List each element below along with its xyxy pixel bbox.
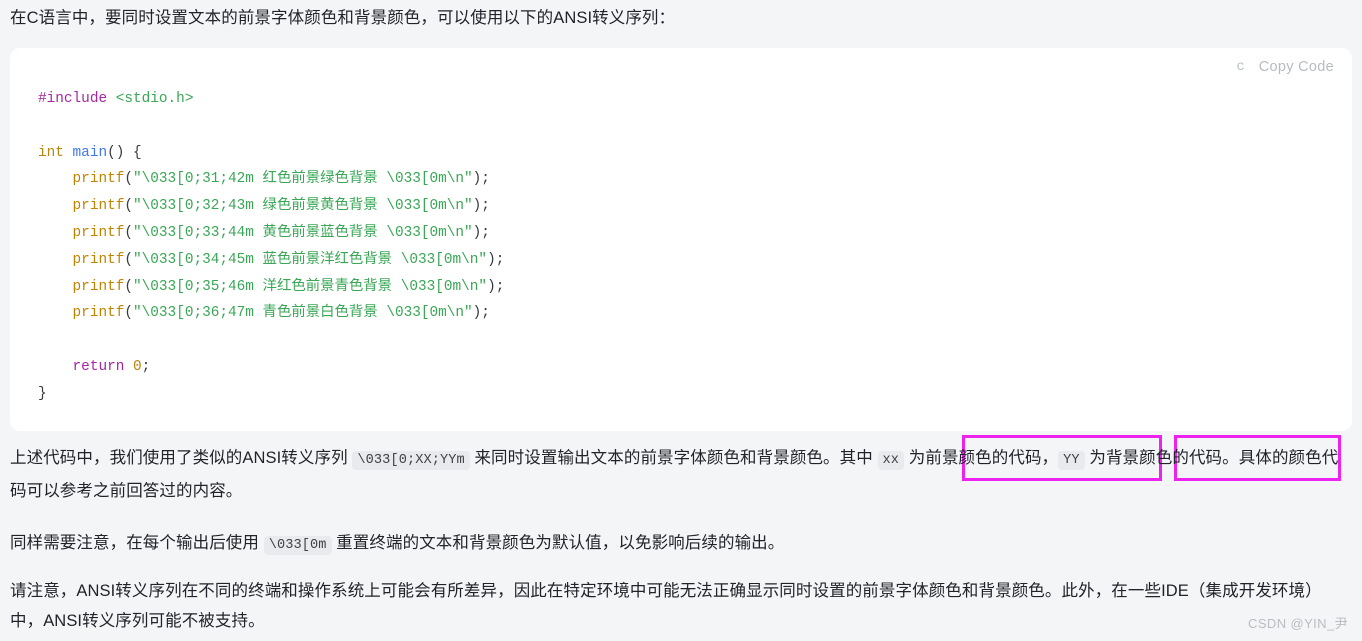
code-line: }: [38, 381, 1324, 408]
code-token: printf: [72, 171, 125, 188]
code-token: );: [487, 278, 505, 295]
code-token: "\033[0;35;46m 洋红色前景青色背景 \033[0m\n": [133, 278, 488, 295]
code-line: printf("\033[0;33;44m 黄色前景蓝色背景 \033[0m\n…: [38, 220, 1324, 247]
inline-code-reset-sequence: \033[0m: [263, 536, 332, 555]
code-line: #include <stdio.h>: [38, 86, 1324, 113]
code-token: <stdio.h>: [115, 91, 194, 107]
code-token: "\033[0;32;43m 绿色前景黄色背景 \033[0m\n": [133, 198, 473, 215]
note-paragraph: 同样需要注意，在每个输出后使用 \033[0m 重置终端的文本和背景颜色为默认值…: [10, 528, 1351, 561]
code-token: (: [124, 251, 134, 268]
caution-paragraph: 请注意，ANSI转义序列在不同的终端和操作系统上可能会有所差异，因此在特定环境中…: [10, 582, 1322, 630]
code-token: (: [124, 278, 134, 295]
code-token: );: [472, 305, 490, 322]
note-segment-2: 重置终端的文本和背景颜色为默认值，以免影响后续的输出。: [331, 534, 785, 552]
code-token: printf: [72, 305, 125, 322]
answer-page: 在C语言中，要同时设置文本的前景字体颜色和背景颜色，可以使用以下的ANSI转义序…: [0, 0, 1362, 641]
code-line: return 0;: [38, 354, 1324, 381]
code-token: return: [72, 358, 133, 375]
code-token: main: [72, 144, 108, 161]
inline-code-yy: YY: [1058, 451, 1085, 470]
intro-paragraph: 在C语言中，要同时设置文本的前景字体颜色和背景颜色，可以使用以下的ANSI转义序…: [10, 9, 676, 27]
code-content[interactable]: #include <stdio.h> int main() { printf("…: [10, 80, 1352, 408]
inline-code-escape-sequence: \033[0;XX;YYm: [352, 451, 470, 470]
code-block-header: c Copy Code: [10, 48, 1352, 80]
code-line: printf("\033[0;32;43m 绿色前景黄色背景 \033[0m\n…: [38, 193, 1324, 220]
code-token: () {: [107, 144, 142, 161]
note-segment-1: 同样需要注意，在每个输出后使用: [10, 534, 264, 552]
code-token: );: [472, 171, 490, 188]
code-token: #include: [38, 91, 116, 107]
inline-code-xx: xx: [877, 451, 905, 470]
code-token: printf: [72, 224, 125, 241]
code-line: printf("\033[0;34;45m 蓝色前景洋红色背景 \033[0m\…: [38, 247, 1324, 274]
code-token: "\033[0;33;44m 黄色前景蓝色背景 \033[0m\n": [133, 224, 473, 241]
code-token: printf: [72, 198, 125, 215]
explanation-paragraph: 上述代码中，我们使用了类似的ANSI转义序列 \033[0;XX;YYm 来同时…: [10, 443, 1351, 506]
code-token: "\033[0;31;42m 红色前景绿色背景 \033[0m\n": [133, 171, 473, 188]
code-line: printf("\033[0;35;46m 洋红色前景青色背景 \033[0m\…: [38, 274, 1324, 301]
code-token: "\033[0;36;47m 青色前景白色背景 \033[0m\n": [133, 305, 473, 322]
code-block: c Copy Code #include <stdio.h> int main(…: [10, 48, 1352, 431]
code-language-label: c: [1236, 59, 1245, 75]
code-token: );: [472, 224, 490, 241]
csdn-watermark: CSDN @YIN_尹: [1248, 616, 1348, 631]
explanation-segment-1: 上述代码中，我们使用了类似的ANSI转义序列: [10, 449, 353, 467]
code-token: printf: [72, 251, 125, 268]
explanation-segment-2: 来同时设置输出文本的前景字体颜色和背景颜色。其中: [469, 449, 878, 467]
code-token: int: [38, 144, 73, 161]
code-token: ;: [141, 358, 151, 375]
copy-code-button[interactable]: Copy Code: [1259, 59, 1334, 75]
code-line: printf("\033[0;31;42m 红色前景绿色背景 \033[0m\n…: [38, 166, 1324, 193]
code-token: printf: [72, 278, 125, 295]
code-token: "\033[0;34;45m 蓝色前景洋红色背景 \033[0m\n": [133, 251, 488, 268]
code-token: (: [124, 305, 134, 322]
code-token: (: [124, 224, 134, 241]
code-token: );: [487, 251, 505, 268]
code-token: }: [38, 385, 47, 402]
code-line: printf("\033[0;36;47m 青色前景白色背景 \033[0m\n…: [38, 300, 1324, 327]
explanation-segment-3: 为前景颜色的代码，: [904, 449, 1059, 467]
code-token: 0: [133, 358, 142, 375]
code-token: (: [124, 171, 134, 188]
code-line: int main() {: [38, 140, 1324, 167]
code-token: );: [472, 198, 490, 215]
code-token: (: [124, 198, 134, 215]
